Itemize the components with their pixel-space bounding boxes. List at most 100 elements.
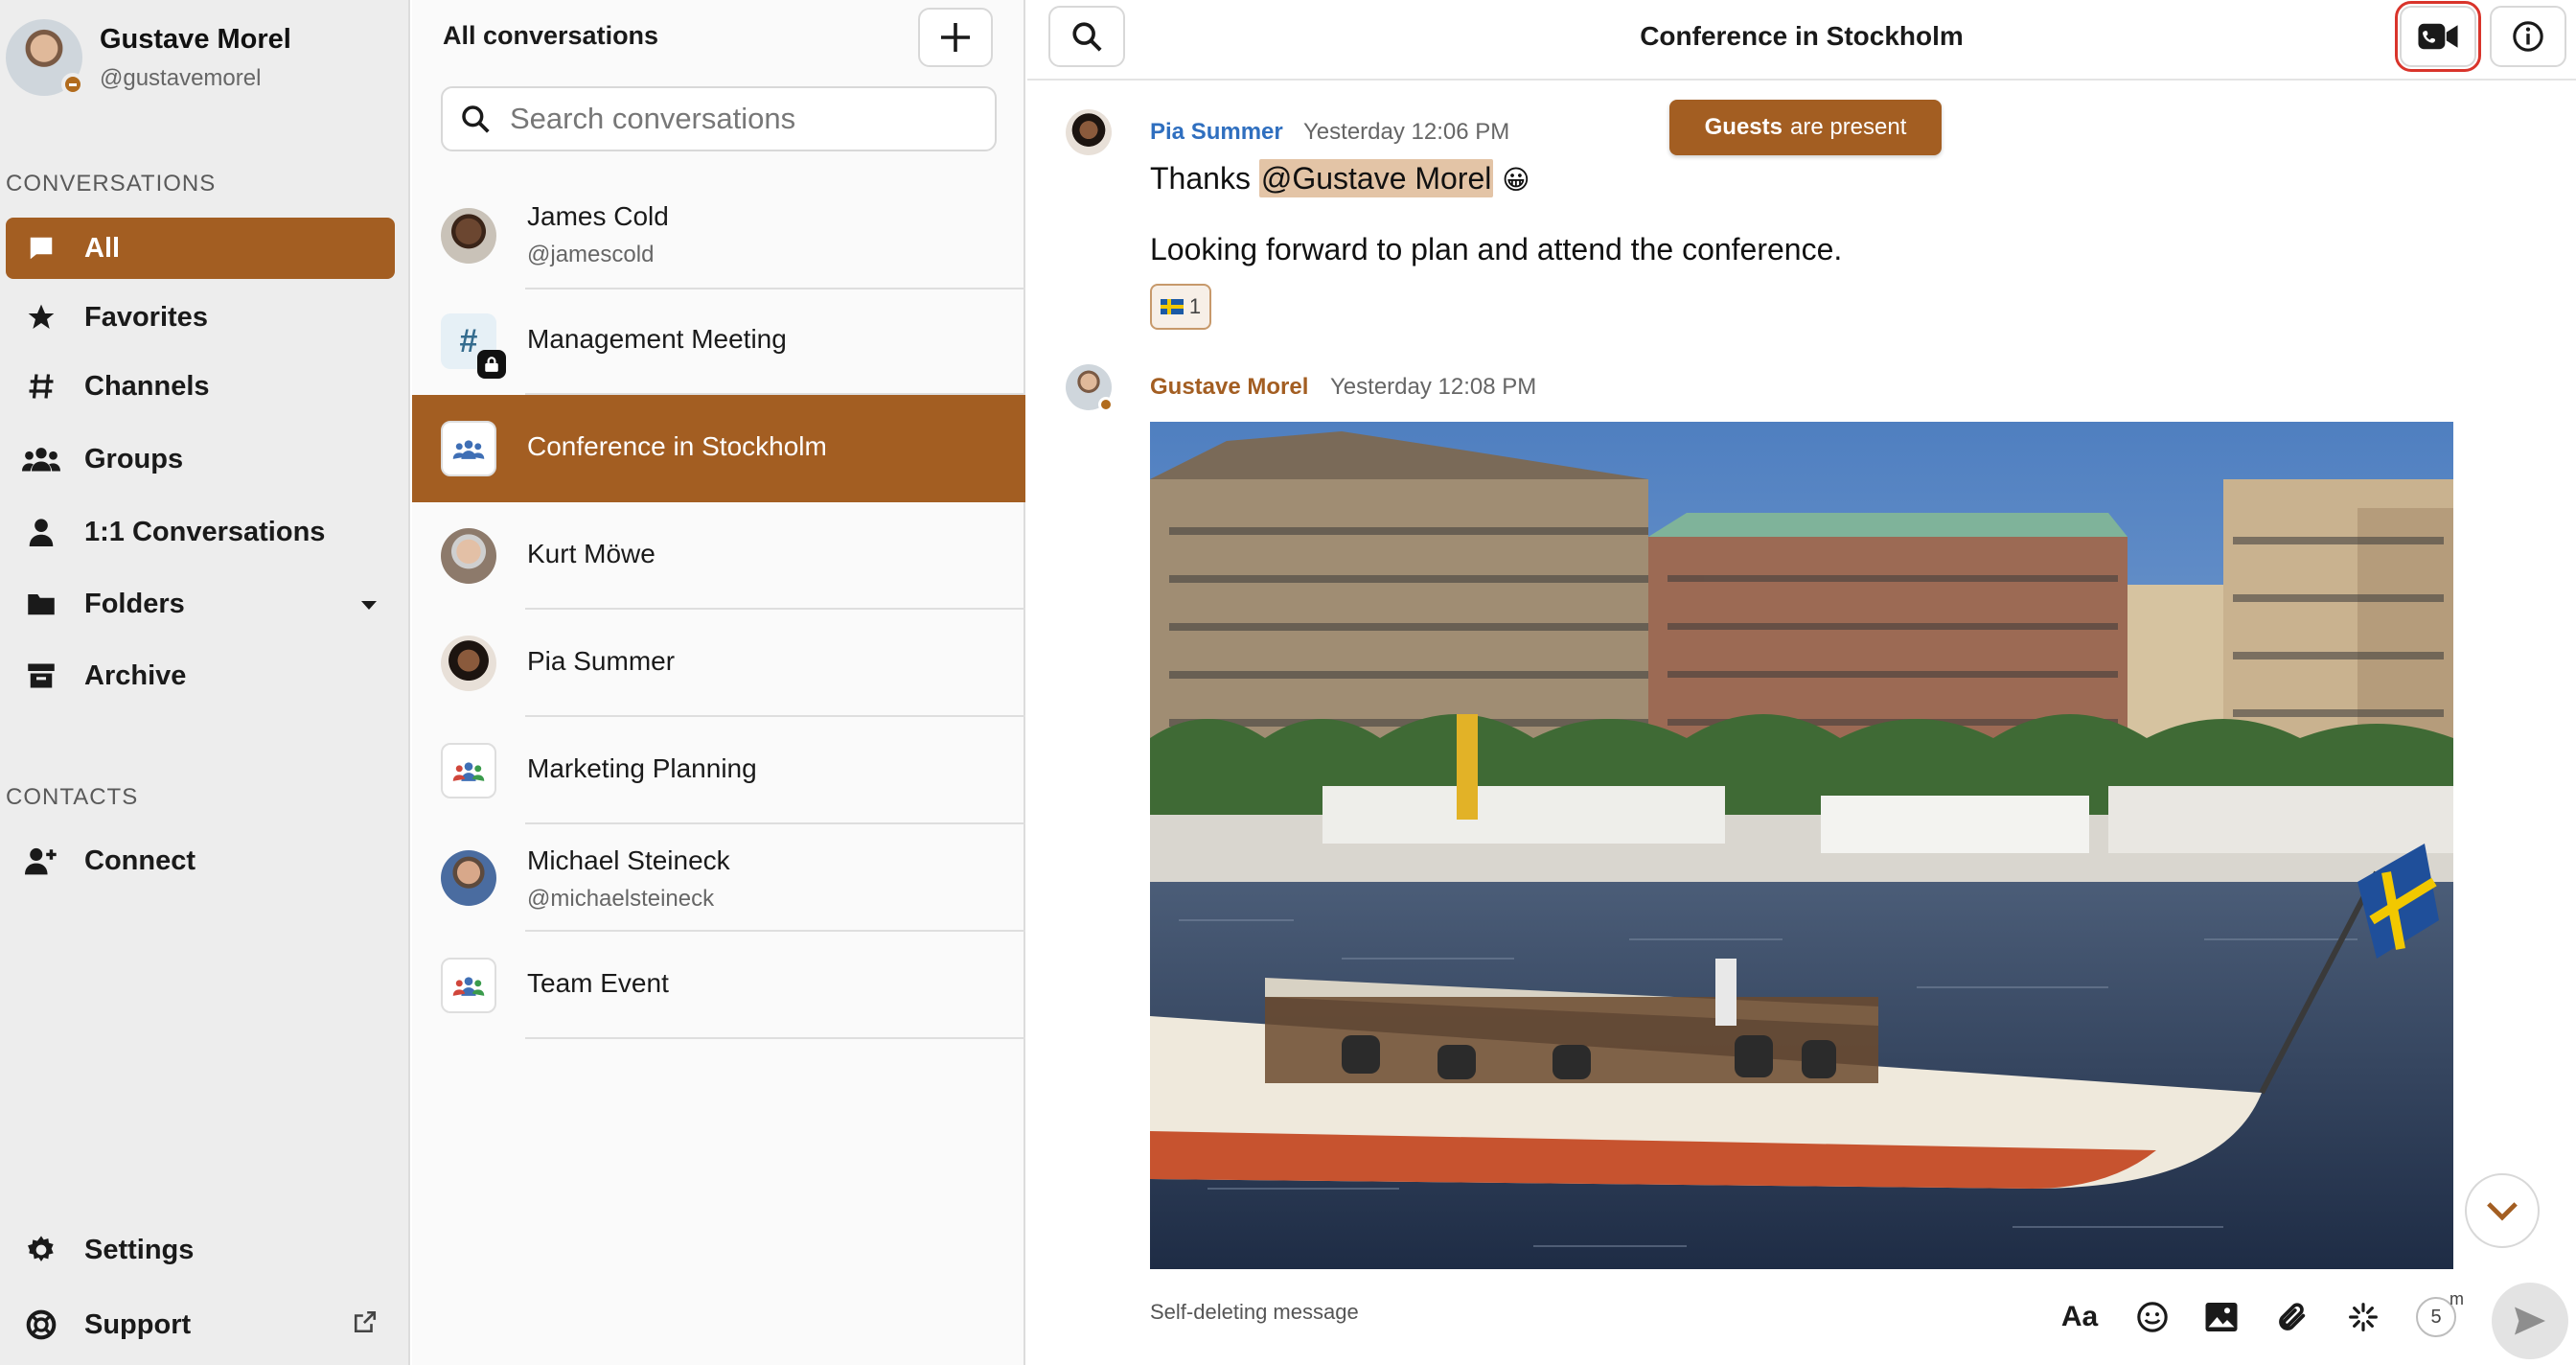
- sidebar-item-label: Folders: [84, 588, 185, 619]
- search-input[interactable]: [510, 102, 960, 136]
- conversation-item-management-meeting[interactable]: # Management Meeting: [412, 288, 1025, 395]
- new-conversation-button[interactable]: [918, 8, 993, 67]
- avatar[interactable]: [1066, 364, 1114, 412]
- image-upload-button[interactable]: [2198, 1294, 2244, 1340]
- message-author[interactable]: Gustave Morel: [1150, 374, 1308, 401]
- guests-present-banner: Guests are present: [1669, 100, 1942, 155]
- folder-icon: [21, 584, 61, 624]
- message-input[interactable]: [1150, 1300, 1917, 1325]
- conversations-section-title: CONVERSATIONS: [6, 171, 217, 197]
- conversation-item-pia-summer[interactable]: Pia Summer: [412, 610, 1025, 717]
- message-author[interactable]: Pia Summer: [1150, 119, 1283, 146]
- away-status-icon: [61, 73, 84, 96]
- conversation-name: Michael Steineck: [527, 845, 730, 875]
- avatar[interactable]: [1066, 109, 1112, 155]
- person-icon: [21, 512, 61, 552]
- guests-status: are present: [1789, 114, 1907, 140]
- chevron-down-icon: [2487, 1202, 2518, 1221]
- conversation-name: Kurt Möwe: [527, 539, 656, 568]
- sidebar-item-label: Groups: [84, 443, 184, 474]
- sidebar-item-connect[interactable]: Connect: [6, 830, 395, 891]
- conversation-list-panel: All conversations James Cold @jamescold …: [412, 0, 1025, 1365]
- external-link-icon: [353, 1309, 378, 1341]
- user-avatar[interactable]: [6, 19, 84, 96]
- conversation-name: Conference in Stockholm: [527, 431, 827, 461]
- reaction-button[interactable]: 1: [1150, 284, 1211, 330]
- chevron-down-icon[interactable]: [360, 590, 378, 617]
- user-handle: @gustavemorel: [100, 64, 262, 91]
- text-format-icon: Aa: [2060, 1301, 2099, 1332]
- group-icon: [452, 977, 485, 996]
- conversation-item-james-cold[interactable]: James Cold @jamescold: [412, 182, 1025, 289]
- channel-avatar: #: [441, 313, 506, 379]
- guests-label: Guests: [1704, 114, 1782, 140]
- sidebar-item-label: Support: [84, 1308, 192, 1340]
- timer-icon: 5 m: [2416, 1289, 2464, 1337]
- sidebar-item-folders[interactable]: Folders: [6, 573, 395, 635]
- sidebar-item-groups[interactable]: Groups: [6, 428, 395, 490]
- conversation-handle: @jamescold: [527, 242, 655, 267]
- conversation-item-kurt-mowe[interactable]: Kurt Möwe: [412, 502, 1025, 610]
- conversation-name: Team Event: [527, 968, 669, 998]
- conversation-name: Marketing Planning: [527, 753, 757, 783]
- timer-unit: m: [2450, 1289, 2464, 1308]
- image-attachment[interactable]: [1150, 422, 2453, 1269]
- conversation-handle: @michaelsteineck: [527, 886, 715, 912]
- paperclip-icon: [2279, 1303, 2306, 1330]
- message-text-line2: Looking forward to plan and attend the c…: [1150, 232, 1843, 266]
- sidebar-item-label: All: [84, 232, 121, 264]
- video-call-button[interactable]: [2395, 1, 2481, 72]
- group-icon: [21, 439, 61, 479]
- search-conversations-field[interactable]: [441, 86, 997, 151]
- avatar: [441, 208, 496, 264]
- sidebar-item-channels[interactable]: Channels: [6, 356, 395, 417]
- conversation-item-michael-steineck[interactable]: Michael Steineck @michaelsteineck: [412, 824, 1025, 932]
- lifebuoy-icon: [21, 1305, 61, 1345]
- group-avatar: [441, 421, 496, 476]
- text-formatting-button[interactable]: Aa: [2057, 1294, 2103, 1340]
- conversation-item-marketing-planning[interactable]: Marketing Planning: [412, 717, 1025, 824]
- plus-icon: [941, 23, 970, 52]
- sidebar-item-settings[interactable]: Settings: [6, 1219, 395, 1281]
- message-timestamp: Yesterday 12:08 PM: [1330, 374, 1537, 400]
- chat-header: Conference in Stockholm: [1027, 0, 2576, 81]
- archive-icon: [21, 656, 61, 696]
- conversation-item-conference-in-stockholm[interactable]: Conference in Stockholm: [412, 395, 1025, 502]
- send-icon: [2515, 1307, 2545, 1335]
- user-profile[interactable]: Gustave Morel @gustavemorel: [6, 19, 291, 96]
- sweden-flag-icon: [1160, 299, 1184, 314]
- send-button[interactable]: [2492, 1283, 2568, 1359]
- chat-bubble-icon: [21, 228, 61, 268]
- conversation-item-team-event[interactable]: Team Event: [412, 932, 1025, 1039]
- star-icon: [21, 297, 61, 337]
- sidebar: Gustave Morel @gustavemorel CONVERSATION…: [0, 0, 410, 1365]
- add-contact-icon: [21, 841, 61, 881]
- sidebar-item-favorites[interactable]: Favorites: [6, 287, 395, 348]
- lock-icon: [477, 350, 506, 379]
- sidebar-item-support[interactable]: Support: [6, 1294, 395, 1355]
- scroll-to-bottom-button[interactable]: [2465, 1173, 2540, 1248]
- away-status-icon: [1098, 397, 1114, 412]
- attach-file-button[interactable]: [2269, 1294, 2315, 1340]
- sidebar-item-label: Archive: [84, 659, 187, 691]
- conversation-info-button[interactable]: [2490, 6, 2566, 67]
- hash-icon: [21, 366, 61, 406]
- conversation-name: Management Meeting: [527, 324, 787, 354]
- image-icon: [2205, 1303, 2238, 1331]
- gear-icon: [21, 1230, 61, 1270]
- sidebar-item-label: 1:1 Conversations: [84, 516, 326, 547]
- sidebar-item-label: Settings: [84, 1234, 195, 1265]
- hash-icon: #: [459, 322, 478, 359]
- message-composer: Aa 5 m: [1027, 1269, 2576, 1365]
- sidebar-item-all[interactable]: All: [6, 218, 395, 279]
- user-mention[interactable]: @Gustave Morel: [1258, 159, 1494, 197]
- avatar: [441, 636, 496, 691]
- conversation-name: James Cold: [527, 201, 669, 231]
- sidebar-item-one-on-one[interactable]: 1:1 Conversations: [6, 501, 395, 563]
- ping-button[interactable]: [2340, 1294, 2386, 1340]
- self-deleting-timer-button[interactable]: 5 m: [2413, 1289, 2464, 1340]
- emoji-button[interactable]: [2129, 1294, 2175, 1340]
- conversation-name: Pia Summer: [527, 646, 676, 676]
- sidebar-item-archive[interactable]: Archive: [6, 645, 395, 706]
- conversation-list-title: All conversations: [443, 21, 659, 50]
